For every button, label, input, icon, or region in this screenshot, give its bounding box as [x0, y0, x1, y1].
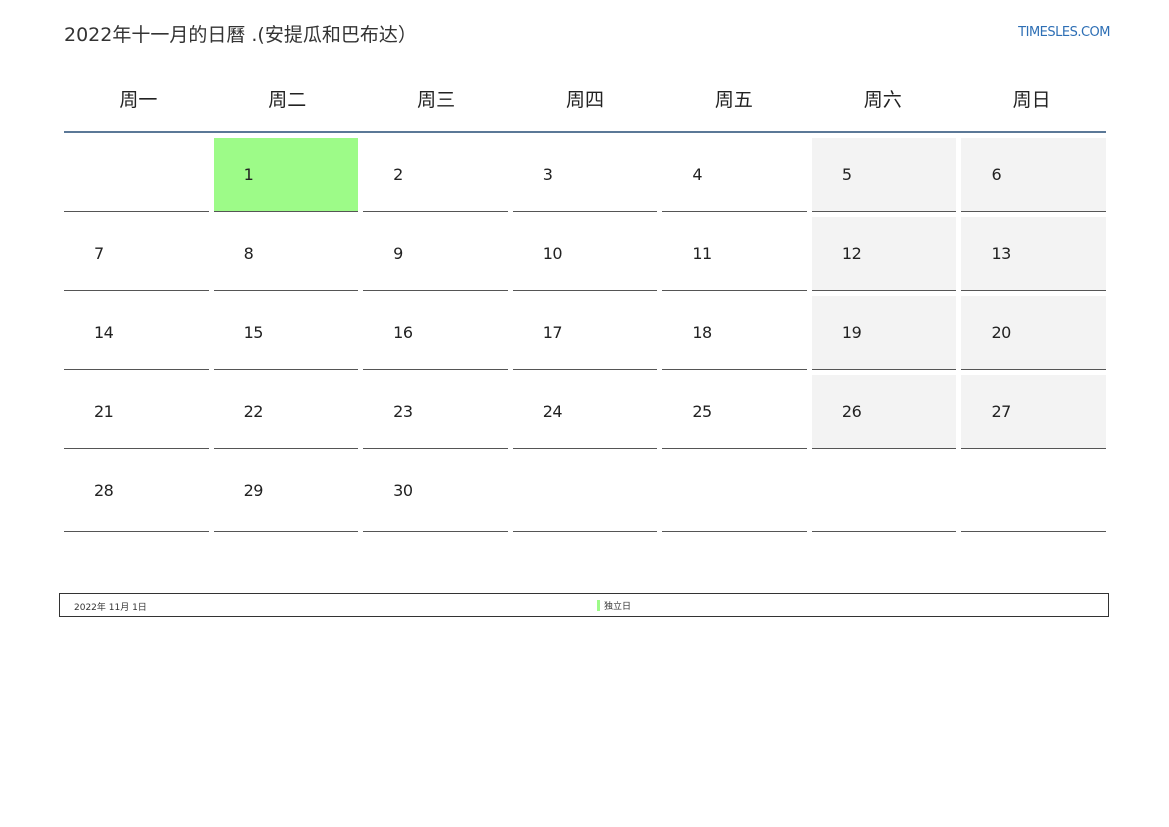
- day-number: 14: [94, 323, 114, 342]
- day-number: 24: [542, 402, 563, 421]
- day-cell-weekend: 19: [811, 296, 957, 370]
- day-number: 13: [991, 244, 1011, 263]
- weekday-header: 周三: [417, 89, 456, 111]
- weekday-header-row: 周一 周二 周三 周四 周五 周六 周日: [64, 72, 1106, 133]
- day-number: 10: [542, 244, 563, 263]
- day-cell: 16: [363, 296, 508, 370]
- day-number: 18: [692, 323, 712, 342]
- day-cell-weekend: 27: [961, 375, 1107, 449]
- day-cell: [662, 454, 807, 532]
- day-number: 16: [393, 323, 413, 342]
- day-number: 25: [692, 402, 712, 421]
- day-cell: 8: [213, 217, 359, 291]
- day-number: 11: [692, 244, 712, 263]
- week-row: 1 2 3 4 5 6: [64, 138, 1107, 212]
- day-number: 17: [542, 323, 563, 342]
- site-link[interactable]: TIMESLES.COM: [1018, 25, 1110, 40]
- day-cell: 11: [662, 217, 807, 291]
- day-cell: [961, 454, 1107, 532]
- weekday-header: 周日: [1012, 89, 1051, 111]
- day-number: 15: [243, 323, 264, 342]
- day-cell: 15: [213, 296, 359, 370]
- day-cell: 18: [662, 296, 807, 370]
- day-cell: [811, 454, 957, 532]
- day-cell: 17: [512, 296, 658, 370]
- day-cell-weekend: 6: [961, 138, 1107, 212]
- day-cell: 22: [213, 375, 359, 449]
- day-cell-weekend: 20: [961, 296, 1107, 370]
- day-cell: 28: [64, 454, 209, 532]
- day-cell: 4: [662, 138, 807, 212]
- week-row: 7 8 9 10 11 12 13: [64, 217, 1107, 291]
- day-number: 12: [841, 244, 862, 263]
- legend-holiday-name: 独立日: [604, 601, 632, 612]
- week-row: 21 22 23 24 25 26 27: [64, 375, 1107, 449]
- day-cell: 24: [512, 375, 658, 449]
- day-cell-weekend: 5: [811, 138, 957, 212]
- day-cell-weekend: 13: [961, 217, 1107, 291]
- day-number: 20: [991, 323, 1011, 342]
- day-cell-weekend: 26: [811, 375, 957, 449]
- legend-holiday-entry: 独立日: [597, 599, 632, 612]
- day-number: 28: [94, 481, 114, 500]
- day-number: 29: [243, 481, 264, 500]
- day-cell: 30: [363, 454, 508, 532]
- weekday-header: 周六: [863, 89, 902, 111]
- day-number: 26: [841, 402, 862, 421]
- day-number: 5: [841, 165, 852, 184]
- day-number: 7: [94, 244, 104, 263]
- holiday-color-swatch: [597, 599, 600, 611]
- day-number: 8: [243, 244, 254, 263]
- day-number: 4: [692, 165, 702, 184]
- day-number: 3: [542, 165, 553, 184]
- calendar-grid: 周一 周二 周三 周四 周五 周六 周日 1 2 3 4 5 6 7 8 9 1…: [64, 72, 1107, 532]
- day-number: 1: [243, 165, 254, 184]
- day-cell: 29: [213, 454, 359, 532]
- weekday-header: 周一: [119, 89, 158, 111]
- day-number: 23: [393, 402, 413, 421]
- day-cell: 9: [363, 217, 508, 291]
- day-number: 19: [841, 323, 862, 342]
- day-cell: 25: [662, 375, 807, 449]
- weekday-header: 周四: [566, 89, 605, 111]
- day-cell: 23: [363, 375, 508, 449]
- day-number: 2: [393, 165, 403, 184]
- weekday-header: 周五: [714, 89, 753, 111]
- week-row: 14 15 16 17 18 19 20: [64, 296, 1107, 370]
- day-number: 21: [94, 402, 114, 421]
- day-cell: 14: [64, 296, 209, 370]
- day-number: 9: [393, 244, 403, 263]
- legend-date: 2022年 11月 1日: [74, 603, 147, 613]
- day-number: 6: [991, 165, 1002, 184]
- day-cell: 3: [512, 138, 658, 212]
- day-cell: [512, 454, 658, 532]
- week-row: 28 29 30: [64, 454, 1107, 532]
- weekday-header: 周二: [268, 89, 307, 111]
- day-cell: 21: [64, 375, 209, 449]
- day-number: 30: [393, 481, 413, 500]
- page-title: 2022年十一月的日曆 .(安提瓜和巴布达）: [64, 24, 417, 46]
- day-number: 27: [991, 402, 1011, 421]
- holiday-legend: 2022年 11月 1日 独立日: [59, 593, 1109, 617]
- day-cell: 2: [363, 138, 508, 212]
- day-cell: 7: [64, 217, 209, 291]
- day-cell: 10: [512, 217, 658, 291]
- day-number: 22: [243, 402, 264, 421]
- day-cell-weekend: 12: [811, 217, 957, 291]
- day-cell: [64, 138, 209, 212]
- day-cell-holiday: 1: [213, 138, 359, 212]
